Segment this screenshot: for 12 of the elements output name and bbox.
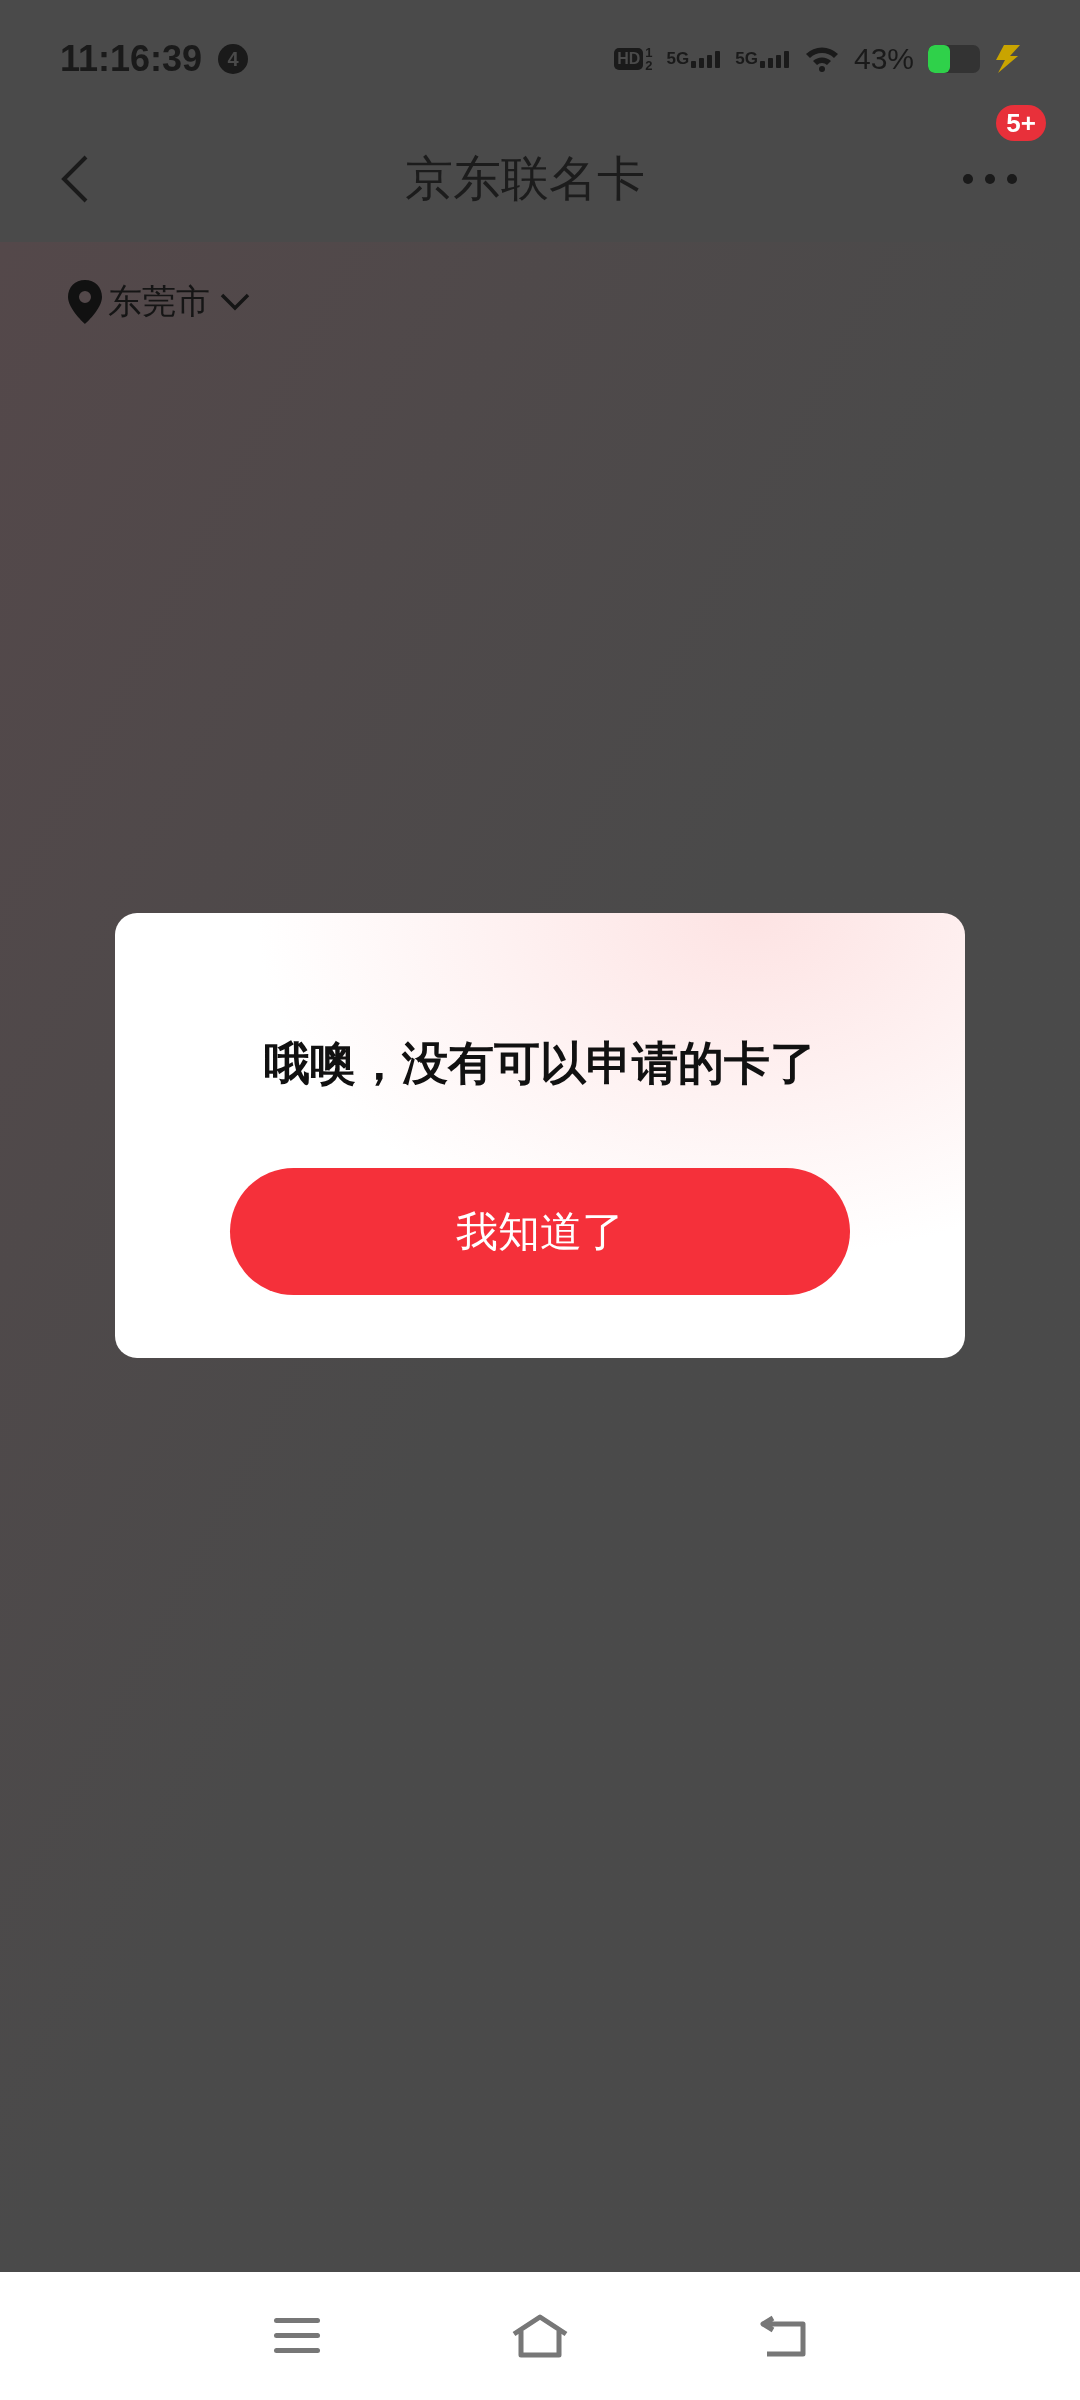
back-arrow-icon[interactable]	[759, 2315, 807, 2357]
dialog-message: 哦噢，没有可以申请的卡了	[264, 1036, 816, 1091]
signal-icon	[759, 49, 790, 68]
signal-icon	[691, 49, 722, 68]
location-pin-icon	[68, 279, 102, 324]
notification-badge: 5+	[996, 104, 1046, 141]
battery-icon	[928, 44, 980, 73]
city-selector[interactable]: 东莞市	[108, 276, 250, 327]
chevron-down-icon	[220, 292, 250, 311]
home-icon[interactable]	[511, 2314, 569, 2358]
menu-icon[interactable]	[273, 2317, 321, 2355]
acknowledge-button[interactable]: 我知道了	[230, 1168, 850, 1295]
